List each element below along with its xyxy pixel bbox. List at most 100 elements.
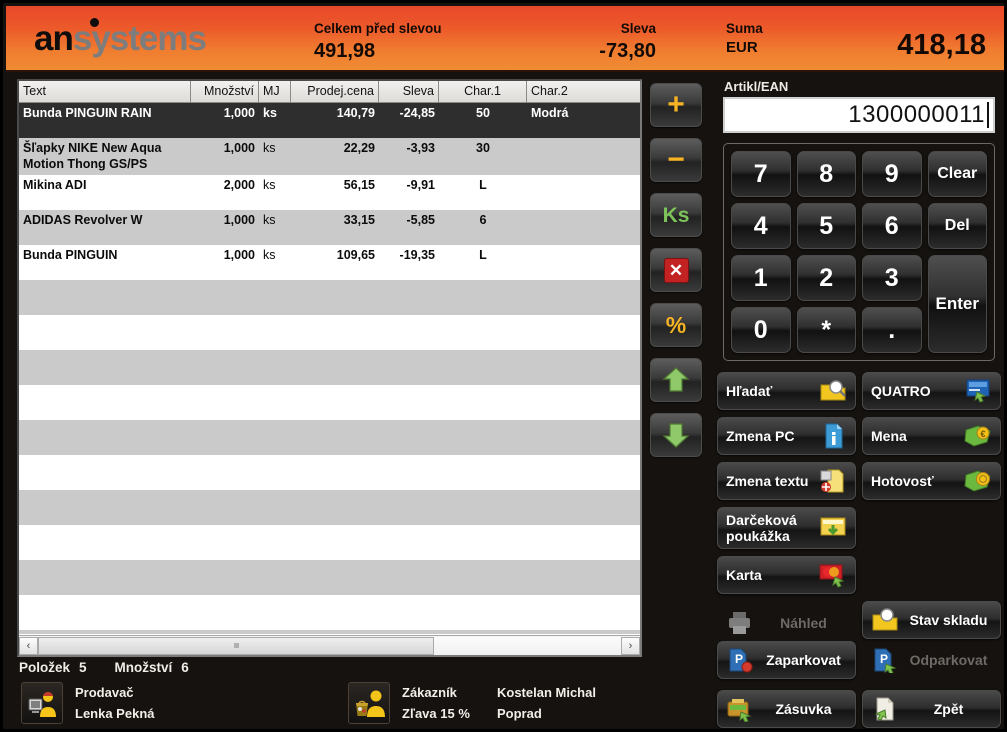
customer-text: Zákazník Kostelan Michal Zľava 15 % Poprad (402, 682, 596, 724)
scrollbar-track[interactable] (38, 636, 621, 655)
keypad-key-[interactable]: * (796, 307, 856, 353)
ean-value: 1300000011 (848, 101, 985, 128)
customer-icon (348, 682, 390, 724)
scroll-right-icon[interactable]: › (621, 636, 640, 655)
back-button[interactable]: Zpět (862, 690, 1001, 728)
seller-info[interactable]: Prodavač Lenka Pekná (21, 682, 155, 724)
change-text-button[interactable]: Zmena textu (717, 462, 856, 500)
quatro-button-label: QUATRO (871, 383, 931, 399)
table-row-empty[interactable] (19, 280, 640, 315)
keypad-key-[interactable]: . (862, 307, 922, 353)
table-row-empty[interactable] (19, 595, 640, 630)
horizontal-scrollbar[interactable]: ‹ › (19, 635, 640, 655)
keypad-key-7[interactable]: 7 (731, 151, 791, 197)
keypad-key-enter[interactable]: Enter (927, 255, 987, 353)
grand-total: 418,18 (897, 28, 986, 62)
cell-qty: 1,000 (223, 248, 255, 262)
gift-voucher-button[interactable]: Darčeková poukážka (717, 507, 856, 549)
keypad-key-clear[interactable]: Clear (927, 151, 987, 197)
column-header-qty[interactable]: Množství (191, 81, 259, 102)
keypad-key-5[interactable]: 5 (796, 203, 856, 249)
column-header-mj[interactable]: MJ (259, 81, 291, 102)
move-up-button[interactable] (650, 358, 702, 402)
keypad-key-3[interactable]: 3 (862, 255, 922, 301)
column-header-discount[interactable]: Sleva (379, 81, 439, 102)
change-pc-button-label: Zmena PC (726, 428, 795, 444)
logo-dot-icon (90, 18, 99, 27)
park-button[interactable]: Zaparkovat P (717, 641, 856, 679)
summary-items-label: Položek (19, 660, 71, 675)
discount-value: -73,80 (599, 40, 656, 62)
scroll-left-icon[interactable]: ‹ (19, 636, 38, 655)
currency-button[interactable]: Mena € (862, 417, 1001, 455)
table-row[interactable]: Šľapky NIKE New Aqua Motion Thong GS/PS 1… (19, 138, 640, 175)
quantity-button[interactable]: Ks (650, 193, 702, 237)
summary-items-value: 5 (79, 660, 87, 675)
park-icon: P (726, 647, 754, 673)
keypad-key-9[interactable]: 9 (862, 151, 922, 197)
stock-status-button-label: Stav skladu (909, 612, 988, 628)
discount-label: Sleva (620, 21, 656, 36)
column-header-text[interactable]: Text (19, 81, 191, 102)
table-row-empty[interactable] (19, 525, 640, 560)
change-text-button-label: Zmena textu (726, 473, 809, 489)
cell-disc: -3,93 (406, 141, 436, 155)
table-row[interactable]: Mikina ADI 2,000 ks 56,15 -9,91 L (19, 175, 640, 210)
cell-char2 (527, 175, 627, 177)
ean-input[interactable]: 1300000011 (723, 97, 995, 133)
customer-role: Zákazník (402, 685, 457, 700)
customer-role-row: Zákazník Kostelan Michal (402, 682, 596, 703)
column-header-char1[interactable]: Char.1 (439, 81, 527, 102)
cell-text: ADIDAS Revolver W (23, 213, 143, 227)
cell-price: 109,65 (336, 248, 375, 262)
keypad-key-del[interactable]: Del (927, 203, 987, 249)
quatro-button[interactable]: QUATRO (862, 372, 1001, 410)
keypad-key-4[interactable]: 4 (731, 203, 791, 249)
table-row[interactable]: Bunda PINGUIN 1,000 ks 109,65 -19,35 L (19, 245, 640, 280)
cell-qty: 1,000 (223, 213, 255, 227)
stock-search-icon (871, 607, 899, 633)
remove-item-button[interactable]: − (650, 138, 702, 182)
table-row-empty[interactable] (19, 455, 640, 490)
column-header-price[interactable]: Prodej.cena (291, 81, 379, 102)
discount-button[interactable]: % (650, 303, 702, 347)
table-row-empty[interactable] (19, 420, 640, 455)
card-button[interactable]: Karta (717, 556, 856, 594)
table-row-empty[interactable] (19, 490, 640, 525)
table-row[interactable]: Bunda PINGUIN RAIN 1,000 ks 140,79 -24,85 50 M… (19, 103, 640, 138)
minus-icon: − (667, 143, 685, 176)
add-item-button[interactable]: + (650, 83, 702, 127)
keypad-key-2[interactable]: 2 (796, 255, 856, 301)
scrollbar-thumb[interactable] (38, 636, 435, 655)
cell-disc: -9,91 (406, 178, 436, 192)
cash-button[interactable]: Hotovosť (862, 462, 1001, 500)
table-row[interactable]: ADIDAS Revolver W 1,000 ks 33,15 -5,85 6 (19, 210, 640, 245)
keypad-key-6[interactable]: 6 (862, 203, 922, 249)
plus-icon: + (667, 88, 685, 121)
keypad-key-8[interactable]: 8 (796, 151, 856, 197)
table-row-empty[interactable] (19, 315, 640, 350)
keypad-key-0[interactable]: 0 (731, 307, 791, 353)
column-header-char2[interactable]: Char.2 (527, 81, 627, 102)
change-pc-button[interactable]: Zmena PC (717, 417, 856, 455)
receipt-items-table[interactable]: Text Množství MJ Prodej.cena Sleva Char.… (17, 79, 642, 657)
total-before-discount: Celkem před slevou 491,98 (314, 21, 442, 63)
sum-label: Suma (726, 21, 763, 36)
drawer-button-label: Zásuvka (775, 701, 832, 717)
table-row-empty[interactable] (19, 630, 640, 634)
table-row-empty[interactable] (19, 385, 640, 420)
search-button[interactable]: Hľadať (717, 372, 856, 410)
drawer-button[interactable]: Zásuvka (717, 690, 856, 728)
arrow-up-icon (661, 366, 691, 394)
stock-status-button[interactable]: Stav skladu (862, 601, 1001, 639)
app-logo: ansystems (34, 19, 207, 59)
search-folder-icon (819, 378, 847, 404)
keypad-key-1[interactable]: 1 (731, 255, 791, 301)
table-row-empty[interactable] (19, 560, 640, 595)
cell-char1: 6 (479, 213, 487, 227)
table-row-empty[interactable] (19, 350, 640, 385)
move-down-button[interactable] (650, 413, 702, 457)
cell-text: Mikina ADI (23, 178, 87, 192)
customer-info[interactable]: Zákazník Kostelan Michal Zľava 15 % Poprad (348, 682, 596, 724)
delete-item-button[interactable]: ✕ (650, 248, 702, 292)
